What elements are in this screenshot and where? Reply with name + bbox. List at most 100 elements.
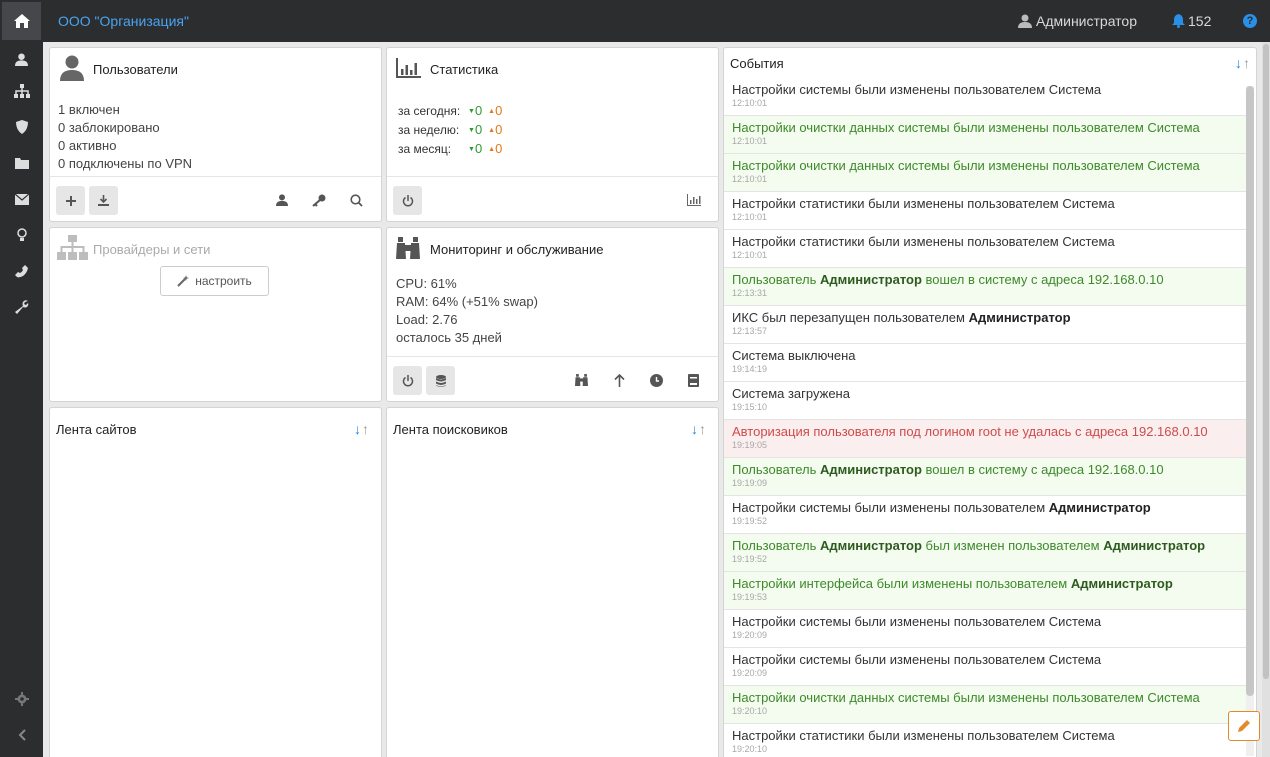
add-user-button[interactable]: [56, 186, 85, 215]
sidebar-item-tips[interactable]: [0, 218, 43, 252]
arrow-up-icon[interactable]: ↑: [699, 422, 706, 436]
event-time: 12:10:01: [732, 98, 768, 108]
event-item: Настройки системы были изменены пользова…: [724, 78, 1248, 116]
user-list-button[interactable]: [274, 192, 290, 208]
arrow-up-icon[interactable]: ↑: [362, 422, 369, 436]
triangle-down-icon: ▼: [468, 127, 475, 135]
home-button[interactable]: [2, 2, 41, 40]
import-users-button[interactable]: [89, 186, 118, 215]
event-message: Настройки очистки данных системы были из…: [732, 120, 1248, 136]
monitoring-log-button[interactable]: [685, 372, 701, 388]
help-icon[interactable]: ?: [1243, 14, 1257, 28]
event-text: Настройки системы были изменены пользова…: [732, 82, 1102, 97]
events-sort[interactable]: ↓ ↑: [1235, 56, 1250, 70]
arrow-down-icon[interactable]: ↓: [691, 422, 698, 436]
stats-week-down: ▲0: [488, 122, 502, 137]
event-item: Настройки очистки данных системы были из…: [724, 686, 1248, 724]
notifications-button[interactable]: 152: [1172, 13, 1211, 29]
organization-name-link[interactable]: ООО "Организация": [58, 13, 189, 29]
event-message: Пользователь Администратор был изменен п…: [732, 538, 1248, 554]
monitoring-panel-title: Мониторинг и обслуживание: [430, 242, 604, 257]
event-time: 19:20:09: [732, 630, 768, 640]
event-text: Настройки системы были изменены пользова…: [732, 500, 1049, 515]
event-username: Администратор: [1048, 500, 1151, 515]
event-text: Пользователь: [732, 272, 820, 287]
event-username: Администратор: [968, 310, 1071, 325]
event-message: Авторизация пользователя под логином roo…: [732, 424, 1248, 440]
event-time: 12:13:57: [732, 326, 768, 336]
stats-week-row: за неделю: ▼ 0 ▲0: [398, 122, 502, 137]
page-scrollbar-thumb[interactable]: [1263, 44, 1269, 679]
sidebar-item-files[interactable]: [0, 146, 43, 180]
monitoring-update-button[interactable]: [611, 372, 627, 388]
search-feed-sort[interactable]: ↓ ↑: [691, 422, 706, 436]
event-time: 12:10:01: [732, 136, 768, 146]
sites-feed-sort[interactable]: ↓ ↑: [354, 422, 369, 436]
monitoring-power-button[interactable]: [393, 366, 422, 395]
sites-feed-title: Лента сайтов: [56, 422, 137, 437]
events-scrollbar[interactable]: [1246, 86, 1254, 756]
event-item: Авторизация пользователя под логином roo…: [724, 420, 1248, 458]
event-text: Пользователь: [732, 538, 820, 553]
user-search-button[interactable]: [348, 192, 364, 208]
power-icon: [402, 374, 413, 386]
arrow-down-icon[interactable]: ↓: [354, 422, 361, 436]
database-icon: [435, 374, 446, 387]
arrow-up-icon[interactable]: ↑: [1243, 56, 1250, 70]
current-user-menu[interactable]: Администратор: [1018, 13, 1137, 29]
events-scrollbar-thumb[interactable]: [1246, 86, 1254, 696]
bell-icon: [1172, 14, 1185, 28]
top-bar: ООО "Организация" Администратор 152 ?: [0, 0, 1270, 42]
clock-icon: [649, 373, 663, 387]
monitoring-database-button[interactable]: [426, 366, 455, 395]
page-scrollbar[interactable]: [1262, 42, 1270, 757]
monitoring-schedule-button[interactable]: [648, 372, 664, 388]
ram-usage: RAM: 64% (+51% swap): [396, 294, 538, 309]
stats-week-label: за неделю:: [398, 122, 460, 137]
event-message: Настройки статистики были изменены польз…: [732, 196, 1248, 212]
edit-dashboard-button[interactable]: [1228, 711, 1260, 741]
sidebar-collapse-button[interactable]: [0, 718, 43, 752]
event-message: Система выключена: [732, 348, 1248, 364]
stats-report-button[interactable]: [686, 192, 702, 208]
envelope-icon: [14, 193, 29, 205]
event-time: 12:13:31: [732, 288, 768, 298]
event-message: Настройки системы были изменены пользова…: [732, 500, 1248, 516]
arrow-up-icon: [613, 373, 625, 387]
dashboard: Пользователи 1 включен 0 заблокировано 0…: [43, 42, 1270, 757]
event-message: Настройки статистики были изменены польз…: [732, 234, 1248, 250]
arrow-down-icon[interactable]: ↓: [1235, 56, 1242, 70]
sidebar-item-settings[interactable]: [0, 682, 43, 716]
stats-month-label: за месяц:: [398, 141, 452, 156]
sidebar-item-network[interactable]: [0, 74, 43, 108]
stats-week-down-value: 0: [495, 122, 503, 137]
sidebar-item-users[interactable]: [0, 42, 43, 76]
configure-providers-button[interactable]: настроить: [160, 266, 269, 296]
gear-icon: [14, 692, 29, 706]
event-message: Настройки очистки данных системы были из…: [732, 690, 1248, 706]
event-text: Система загружена: [732, 386, 850, 401]
event-time: 19:20:10: [732, 706, 768, 716]
sidebar-item-mail[interactable]: [0, 182, 43, 216]
sidebar-item-telephony[interactable]: [0, 254, 43, 288]
sitemap-icon: [13, 84, 30, 98]
sidebar-item-security[interactable]: [0, 110, 43, 144]
event-item: Настройки интерфейса были изменены польз…: [724, 572, 1248, 610]
shield-icon: [15, 120, 28, 134]
monitoring-binoculars-button[interactable]: [573, 372, 589, 388]
stats-power-button[interactable]: [393, 186, 422, 215]
providers-panel-title: Провайдеры и сети: [93, 242, 211, 257]
event-time: 12:10:01: [732, 250, 768, 260]
event-item: Пользователь Администратор вошел в систе…: [724, 268, 1248, 306]
home-icon: [13, 14, 30, 28]
event-text-suffix: был изменен пользователем: [921, 538, 1104, 553]
event-text: Настройки системы были изменены пользова…: [732, 652, 1102, 667]
stats-month-up: ▼0: [468, 141, 482, 156]
user-keys-button[interactable]: [311, 192, 327, 208]
sidebar-item-tools[interactable]: [0, 290, 43, 324]
events-panel: События ↓ ↑ Настройки системы были измене…: [723, 47, 1257, 757]
event-text: Настройки очистки данных системы были из…: [732, 158, 1200, 173]
binoculars-icon: [574, 374, 588, 386]
stats-today-label: за сегодня:: [398, 103, 461, 118]
event-item: Настройки системы были изменены пользова…: [724, 648, 1248, 686]
